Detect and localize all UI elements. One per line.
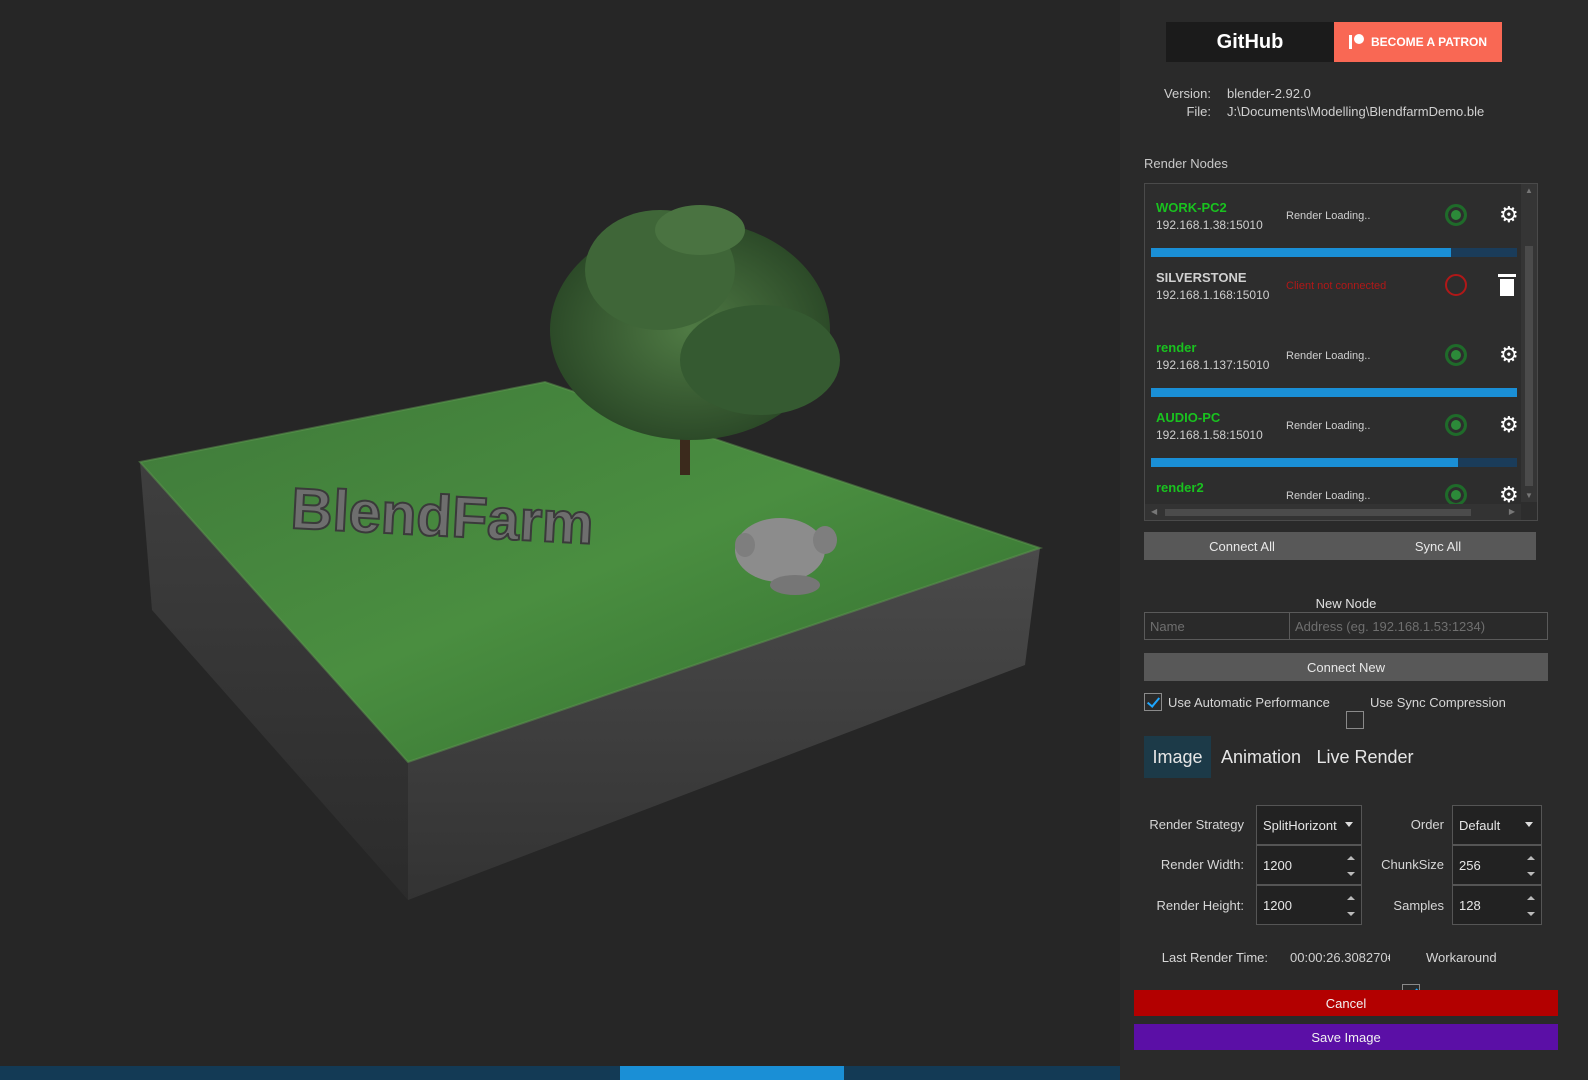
node-status: Render Loading.. bbox=[1286, 490, 1371, 502]
auto-performance-checkbox[interactable] bbox=[1144, 693, 1162, 711]
file-label: File: bbox=[1186, 104, 1211, 119]
patron-label: BECOME A PATRON bbox=[1371, 35, 1487, 49]
node-status: Render Loading.. bbox=[1286, 420, 1371, 432]
increment-arrow-icon[interactable] bbox=[1527, 896, 1535, 900]
render-nodes-title: Render Nodes bbox=[1144, 156, 1228, 171]
connected-status-icon[interactable] bbox=[1445, 204, 1467, 226]
increment-arrow-icon[interactable] bbox=[1347, 896, 1355, 900]
cancel-button[interactable]: Cancel bbox=[1134, 990, 1558, 1016]
tab-animation[interactable]: Animation bbox=[1215, 736, 1307, 778]
render-width-label: Render Width: bbox=[1160, 857, 1244, 872]
node-name: render bbox=[1156, 340, 1197, 355]
last-render-time-label: Last Render Time: bbox=[1161, 950, 1268, 965]
gear-icon[interactable]: ⚙ bbox=[1499, 342, 1519, 368]
decrement-arrow-icon[interactable] bbox=[1527, 912, 1535, 916]
github-label: GitHub bbox=[1216, 30, 1284, 53]
patreon-icon bbox=[1349, 34, 1365, 50]
chevron-down-icon bbox=[1525, 822, 1533, 827]
tab-live-render[interactable]: Live Render bbox=[1311, 736, 1419, 778]
gear-icon[interactable]: ⚙ bbox=[1499, 412, 1519, 438]
node-status: Client not connected bbox=[1286, 280, 1387, 292]
nodes-horizontal-scrollbar[interactable]: ◀ ▶ bbox=[1145, 504, 1521, 520]
render-nodes-list[interactable]: WORK-PC2 192.168.1.38:15010 Render Loading… bbox=[1144, 183, 1538, 521]
file-value: J:\Documents\Modelling\BlendfarmDemo.ble bbox=[1227, 104, 1485, 119]
trash-icon[interactable] bbox=[1498, 274, 1516, 296]
render-node-item[interactable]: AUDIO-PC 192.168.1.58:15010 Render Loading… bbox=[1145, 394, 1519, 467]
node-address: 192.168.1.58:15010 bbox=[1156, 428, 1263, 442]
order-select[interactable]: Default bbox=[1452, 805, 1542, 845]
side-panel: GitHub BECOME A PATRON Version: blender-… bbox=[1120, 0, 1588, 1080]
chunk-size-stepper[interactable]: 256 bbox=[1452, 845, 1542, 885]
sync-compression-checkbox[interactable] bbox=[1346, 711, 1364, 729]
sync-all-button[interactable]: Sync All bbox=[1340, 532, 1536, 560]
node-address: 192.168.1.38:15010 bbox=[1156, 218, 1263, 232]
render-height-label: Render Height: bbox=[1156, 898, 1244, 913]
node-address-input[interactable] bbox=[1289, 612, 1548, 640]
node-name: WORK-PC2 bbox=[1156, 200, 1227, 215]
render-preview-image: BlendFarm bbox=[138, 205, 1044, 900]
node-name: AUDIO-PC bbox=[1156, 410, 1221, 425]
render-preview: BlendFarm bbox=[0, 0, 1120, 1080]
samples-stepper[interactable]: 128 bbox=[1452, 885, 1542, 925]
increment-arrow-icon[interactable] bbox=[1347, 856, 1355, 860]
decrement-arrow-icon[interactable] bbox=[1347, 912, 1355, 916]
node-name: SILVERSTONE bbox=[1156, 270, 1247, 285]
github-button[interactable]: GitHub bbox=[1166, 22, 1334, 62]
workaround-label: Workaround bbox=[1426, 950, 1497, 965]
nodes-vertical-scrollbar[interactable]: ▲ ▼ bbox=[1521, 184, 1537, 502]
increment-arrow-icon[interactable] bbox=[1527, 856, 1535, 860]
node-address: 192.168.1.137:15010 bbox=[1156, 358, 1270, 372]
node-address: 192.168.1.168:15010 bbox=[1156, 288, 1270, 302]
render-progress-bar bbox=[0, 1066, 1120, 1080]
render-strategy-label: Render Strategy bbox=[1149, 817, 1244, 832]
chevron-down-icon bbox=[1345, 822, 1353, 827]
gear-icon[interactable]: ⚙ bbox=[1499, 202, 1519, 228]
render-height-stepper[interactable]: 1200 bbox=[1256, 885, 1362, 925]
sync-compression-label: Use Sync Compression bbox=[1370, 695, 1506, 710]
render-progress-fill bbox=[620, 1066, 844, 1080]
save-image-button[interactable]: Save Image bbox=[1134, 1024, 1558, 1050]
connect-new-button[interactable]: Connect New bbox=[1144, 653, 1548, 681]
node-status: Render Loading.. bbox=[1286, 210, 1371, 222]
decrement-arrow-icon[interactable] bbox=[1347, 872, 1355, 876]
connect-all-button[interactable]: Connect All bbox=[1144, 532, 1340, 560]
connected-status-icon[interactable] bbox=[1445, 484, 1467, 506]
tab-image[interactable]: Image bbox=[1144, 736, 1211, 778]
connected-status-icon[interactable] bbox=[1445, 414, 1467, 436]
become-patron-button[interactable]: BECOME A PATRON bbox=[1334, 22, 1502, 62]
render-node-item[interactable]: SILVERSTONE 192.168.1.168:15010 Client not… bbox=[1145, 254, 1517, 324]
version-label: Version: bbox=[1164, 86, 1211, 101]
order-label: Order bbox=[1410, 817, 1444, 832]
auto-performance-label: Use Automatic Performance bbox=[1168, 695, 1330, 710]
disconnected-status-icon[interactable] bbox=[1445, 274, 1467, 296]
last-render-time-value: 00:00:26.308270€ bbox=[1290, 950, 1390, 965]
decrement-arrow-icon[interactable] bbox=[1527, 872, 1535, 876]
chunk-size-label: ChunkSize bbox=[1381, 857, 1444, 872]
node-status: Render Loading.. bbox=[1286, 350, 1371, 362]
render-node-item[interactable]: render 192.168.1.137:15010 Render Loading.… bbox=[1145, 324, 1519, 397]
version-value: blender-2.92.0 bbox=[1227, 86, 1311, 101]
render-node-item[interactable]: WORK-PC2 192.168.1.38:15010 Render Loading… bbox=[1145, 184, 1519, 257]
render-width-stepper[interactable]: 1200 bbox=[1256, 845, 1362, 885]
render-strategy-select[interactable]: SplitHorizont bbox=[1256, 805, 1362, 845]
node-name: render2 bbox=[1156, 480, 1204, 495]
node-name-input[interactable] bbox=[1144, 612, 1290, 640]
samples-label: Samples bbox=[1393, 898, 1444, 913]
connected-status-icon[interactable] bbox=[1445, 344, 1467, 366]
new-node-title: New Node bbox=[1315, 596, 1377, 611]
